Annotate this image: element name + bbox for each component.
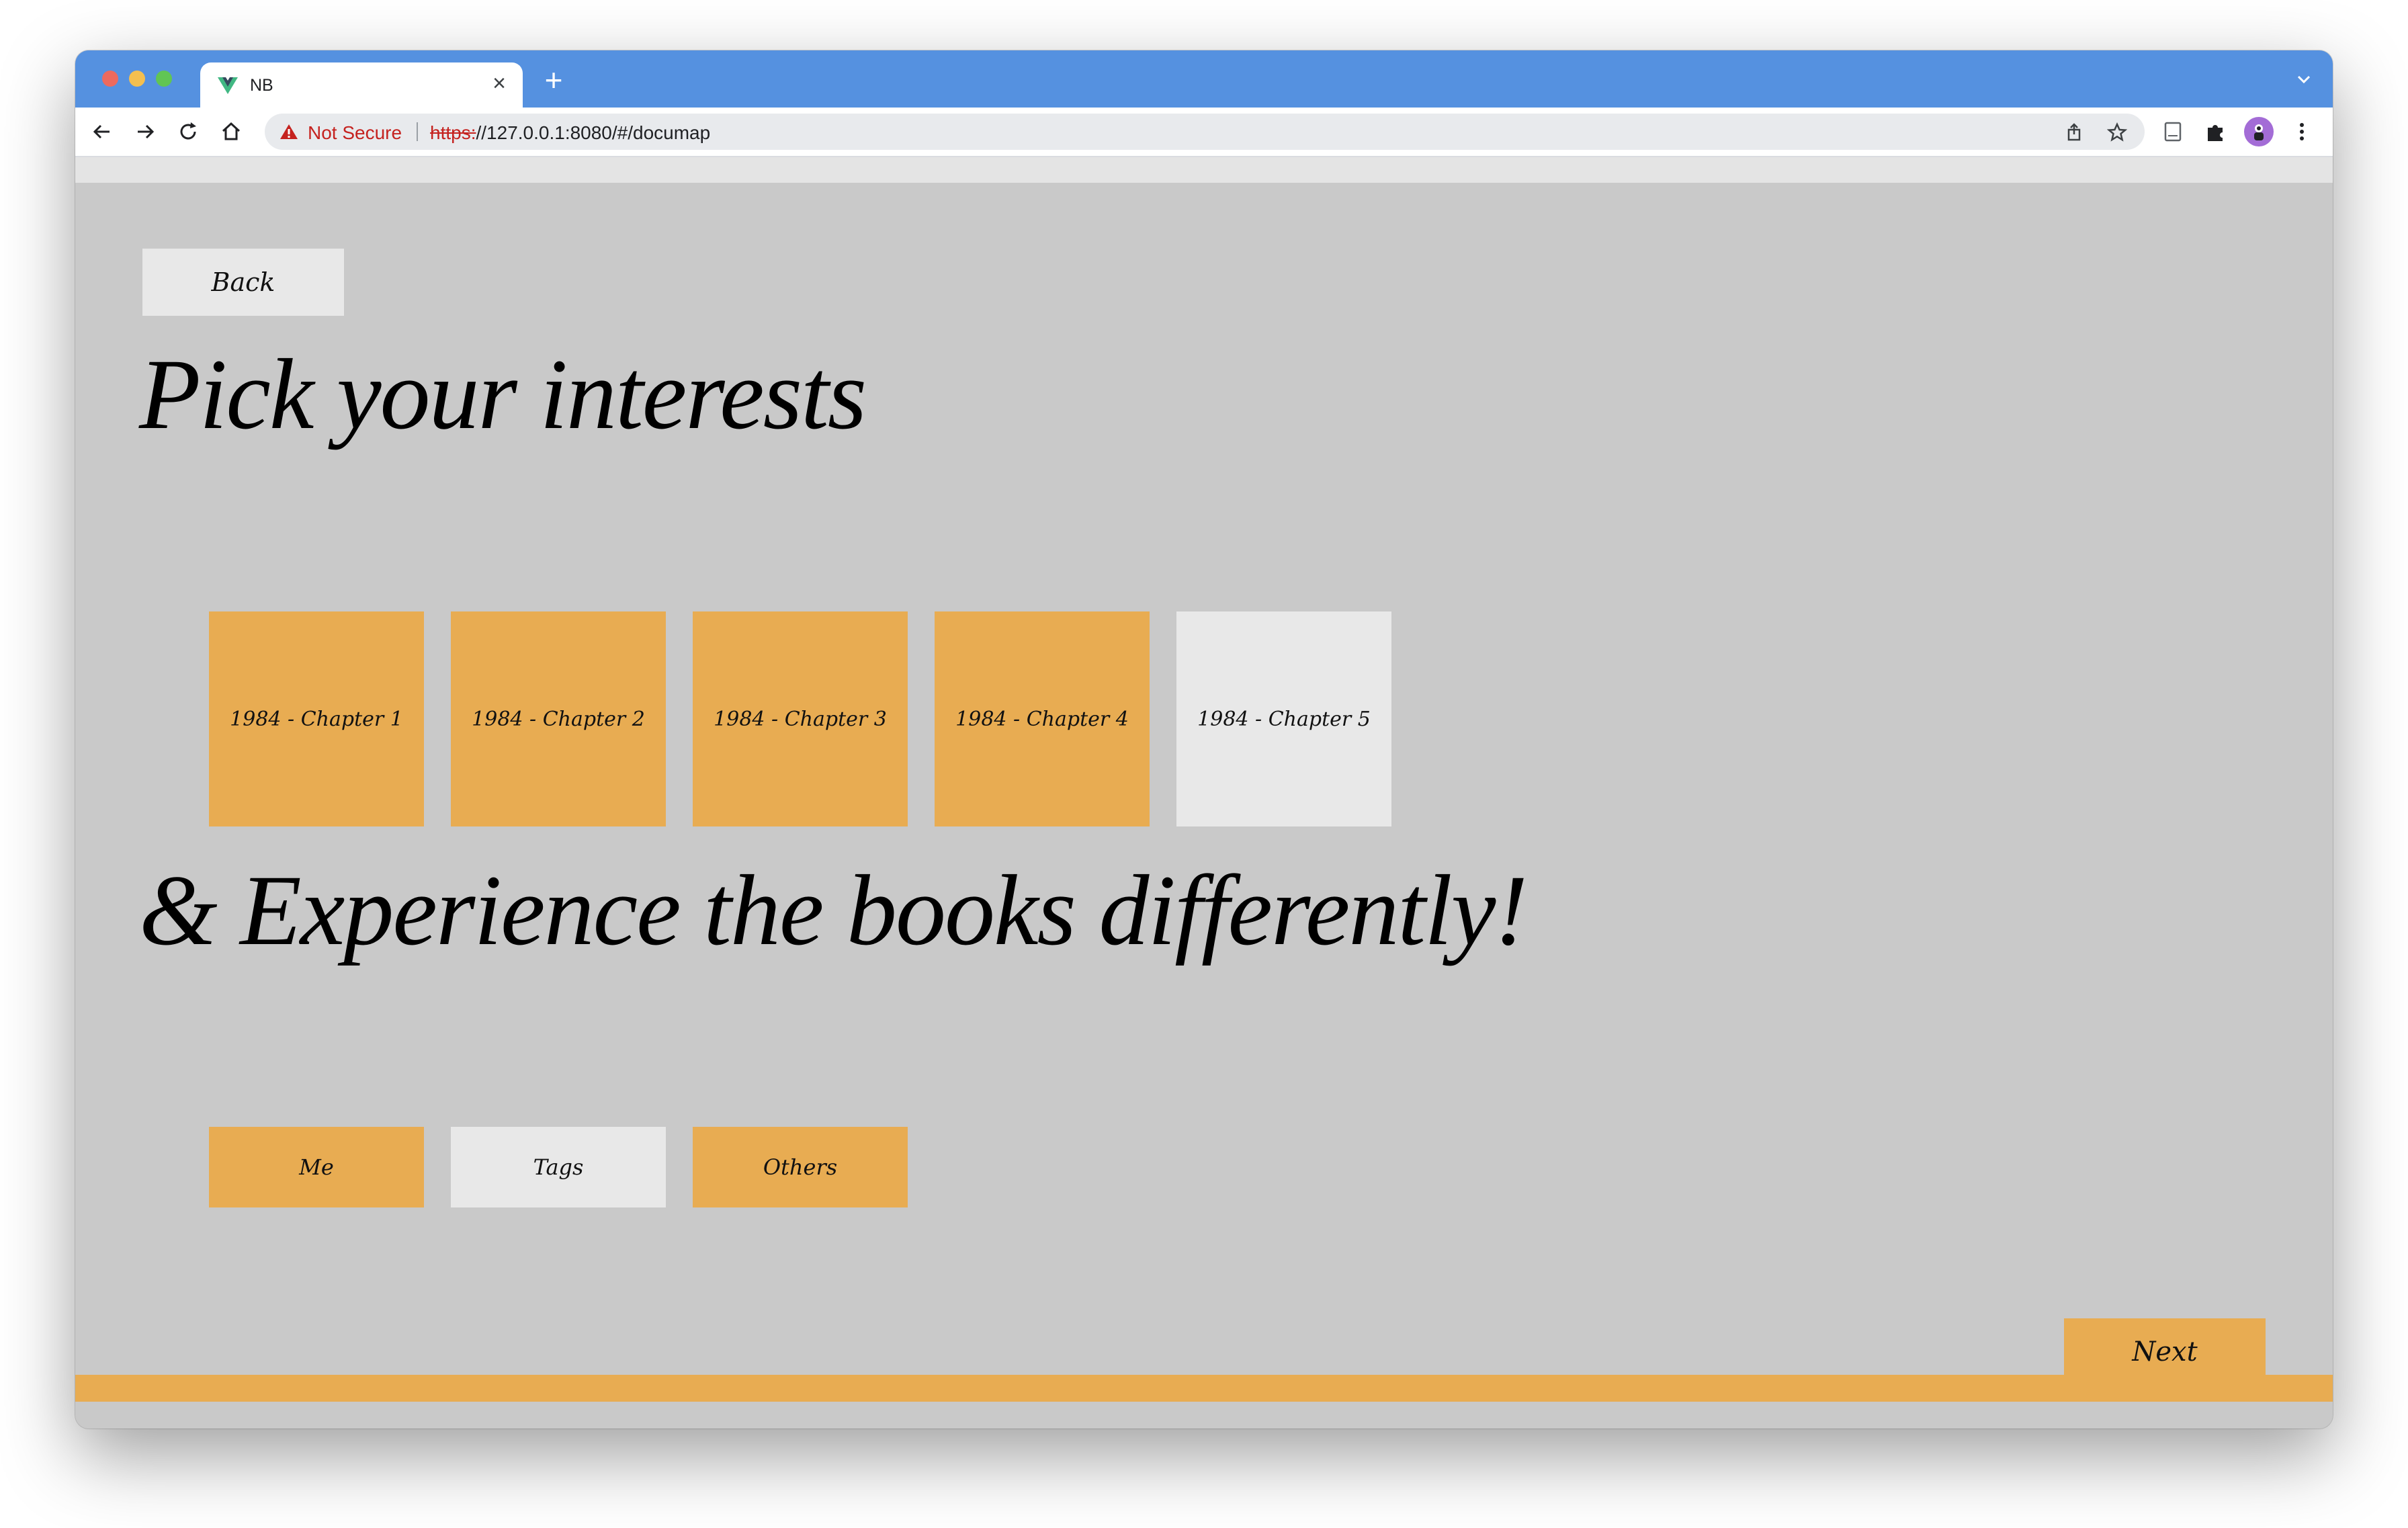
close-window-button[interactable]: [102, 71, 118, 87]
vue-logo-icon: [218, 77, 238, 94]
url-scheme: https:: [430, 122, 476, 143]
page-top-strip: [75, 157, 2333, 183]
arrow-left-icon[interactable]: [90, 120, 114, 144]
zoom-window-button[interactable]: [156, 71, 172, 87]
tab-strip: NB × +: [75, 50, 2333, 108]
reload-icon[interactable]: [176, 120, 200, 144]
heading-pick-interests: Pick your interests: [139, 339, 867, 450]
chevron-down-icon[interactable]: [2294, 69, 2314, 89]
tab-nb[interactable]: NB ×: [200, 62, 523, 108]
minimize-window-button[interactable]: [129, 71, 145, 87]
share-icon[interactable]: [2064, 122, 2084, 142]
chapter-card-4[interactable]: 1984 - Chapter 4: [935, 611, 1150, 826]
kebab-menu-icon[interactable]: [2290, 120, 2314, 144]
mode-others-button[interactable]: Others: [693, 1127, 908, 1207]
chapter-card-1[interactable]: 1984 - Chapter 1: [209, 611, 424, 826]
tab-title: NB: [250, 76, 273, 95]
bottom-accent-bar: [75, 1375, 2333, 1402]
chapter-card-5[interactable]: 1984 - Chapter 5: [1176, 611, 1391, 826]
star-icon[interactable]: [2107, 122, 2127, 142]
heading-experience: & Experience the books differently!: [139, 855, 1528, 966]
profile-avatar[interactable]: [2244, 117, 2274, 146]
chapter-card-3[interactable]: 1984 - Chapter 3: [693, 611, 908, 826]
mode-tags-button[interactable]: Tags: [451, 1127, 666, 1207]
back-button[interactable]: Back: [142, 249, 344, 316]
mode-me-button[interactable]: Me: [209, 1127, 424, 1207]
url-text[interactable]: https://127.0.0.1:8080/#/documap: [430, 122, 710, 144]
home-icon[interactable]: [219, 120, 243, 144]
page-content: Back Pick your interests 1984 - Chapter …: [75, 183, 2333, 1402]
browser-toolbar: Not Secure https://127.0.0.1:8080/#/docu…: [75, 108, 2333, 157]
reading-list-icon[interactable]: [2161, 120, 2185, 144]
chapter-card-2[interactable]: 1984 - Chapter 2: [451, 611, 666, 826]
close-icon[interactable]: ×: [488, 72, 511, 95]
browser-window: NB × + Not Secure https://127.0.0.1:8080…: [75, 50, 2333, 1429]
arrow-right-icon[interactable]: [133, 120, 157, 144]
avatar-figure-icon: [2254, 124, 2264, 140]
url-path: //127.0.0.1:8080/#/documap: [476, 122, 711, 143]
security-status[interactable]: Not Secure: [308, 122, 402, 144]
warning-triangle-icon: [280, 124, 298, 139]
omnibox-divider: [417, 122, 418, 141]
address-bar[interactable]: Not Secure https://127.0.0.1:8080/#/docu…: [265, 114, 2145, 150]
puzzle-icon[interactable]: [2204, 120, 2228, 144]
plus-icon[interactable]: +: [539, 65, 568, 95]
